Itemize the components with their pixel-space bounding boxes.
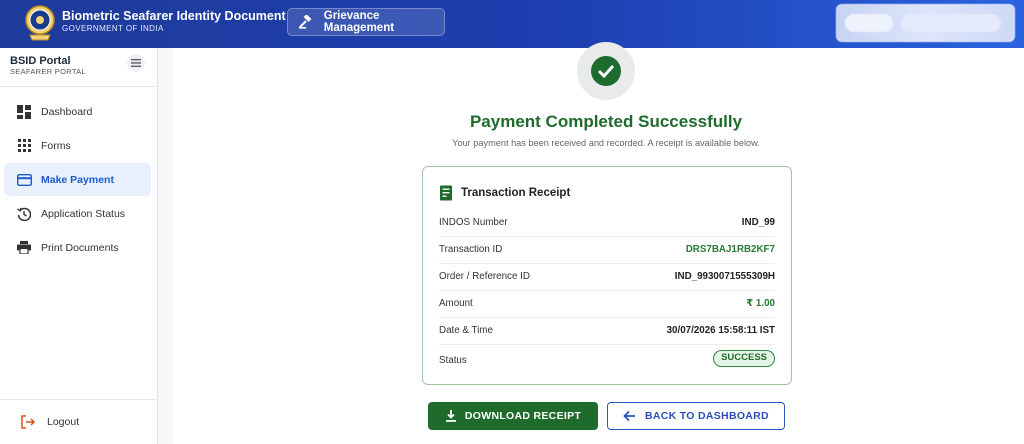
transaction-receipt-card: Transaction Receipt INDOS Number IND_99 … (422, 166, 792, 385)
download-icon (445, 410, 456, 422)
page-subtitle: Your payment has been received and recor… (452, 138, 760, 148)
sidebar-item-application-status[interactable]: Application Status (4, 197, 151, 230)
hamburger-icon (131, 59, 141, 67)
row-value: 30/07/2026 15:58:11 IST (666, 325, 775, 336)
row-value: IND_9930071555309H (674, 271, 775, 282)
sidebar: BSID Portal SEAFARER PORTAL Dashboard Fo… (0, 48, 158, 444)
emblem-logo (25, 5, 55, 41)
sidebar-item-make-payment[interactable]: Make Payment (4, 163, 151, 196)
row-value: IND_99 (741, 217, 775, 228)
user-profile-box[interactable] (836, 4, 1015, 42)
sidebar-item-label: Print Documents (41, 241, 119, 254)
app-subtitle: GOVERNMENT OF INDIA (62, 24, 164, 33)
history-icon (16, 206, 32, 222)
receipt-row-reference-id: Order / Reference ID IND_9930071555309H (439, 264, 775, 291)
row-label: Status (439, 355, 467, 366)
brand-name: BSID Portal (10, 55, 71, 67)
download-receipt-button[interactable]: DOWNLOAD RECEIPT (428, 402, 598, 430)
success-badge (577, 42, 635, 100)
row-value: DRS7BAJ1RB2KF7 (685, 244, 775, 255)
receipt-heading-label: Transaction Receipt (461, 187, 571, 199)
sidebar-divider (0, 399, 157, 400)
sidebar-divider (0, 86, 157, 87)
row-label: Order / Reference ID (439, 271, 530, 282)
grid-icon (16, 138, 32, 154)
logout-label: Logout (47, 416, 80, 428)
top-header: Biometric Seafarer Identity Document GOV… (0, 0, 1024, 48)
receipt-row-status: Status SUCCESS (439, 346, 775, 373)
row-label: Transaction ID (439, 244, 503, 255)
dashboard-icon (16, 104, 32, 120)
row-label: Amount (439, 298, 473, 309)
receipt-row-indos: INDOS Number IND_99 (439, 210, 775, 237)
sidebar-item-print-documents[interactable]: Print Documents (4, 231, 151, 264)
logout-button[interactable]: Logout (20, 414, 79, 430)
sidebar-item-label: Make Payment (41, 173, 114, 186)
grievance-label: Grievance Management (323, 10, 395, 34)
printer-icon (16, 240, 32, 256)
menu-toggle-button[interactable] (127, 54, 145, 72)
grievance-management-button[interactable]: Grievance Management (287, 8, 445, 36)
page-title: Payment Completed Successfully (469, 112, 743, 131)
sidebar-item-label: Application Status (41, 207, 126, 220)
receipt-row-date-time: Date & Time 30/07/2026 15:58:11 IST (439, 318, 775, 345)
gavel-icon (297, 13, 314, 31)
sidebar-item-dashboard[interactable]: Dashboard (4, 95, 151, 128)
back-to-dashboard-button[interactable]: BACK TO DASHBOARD (607, 402, 785, 430)
row-label: Date & Time (439, 325, 493, 336)
receipt-row-amount: Amount ₹ 1.00 (439, 291, 775, 318)
sidebar-item-label: Dashboard (41, 105, 93, 118)
sidebar-item-forms[interactable]: Forms (4, 129, 151, 162)
status-badge: SUCCESS (713, 350, 775, 367)
receipt-row-transaction-id: Transaction ID DRS7BAJ1RB2KF7 (439, 237, 775, 264)
back-label: BACK TO DASHBOARD (645, 410, 769, 422)
app-title: Biometric Seafarer Identity Document (62, 9, 286, 23)
download-label: DOWNLOAD RECEIPT (464, 410, 582, 422)
logout-icon (21, 415, 36, 429)
row-value: ₹ 1.00 (746, 298, 775, 309)
receipt-heading: Transaction Receipt (439, 185, 570, 201)
arrow-left-icon (623, 410, 636, 422)
sidebar-item-label: Forms (41, 139, 71, 152)
credit-card-icon (16, 172, 32, 188)
brand-subtitle: SEAFARER PORTAL (10, 67, 86, 76)
row-label: INDOS Number (439, 217, 508, 228)
receipt-icon (440, 185, 452, 201)
checkmark-icon (597, 64, 615, 78)
